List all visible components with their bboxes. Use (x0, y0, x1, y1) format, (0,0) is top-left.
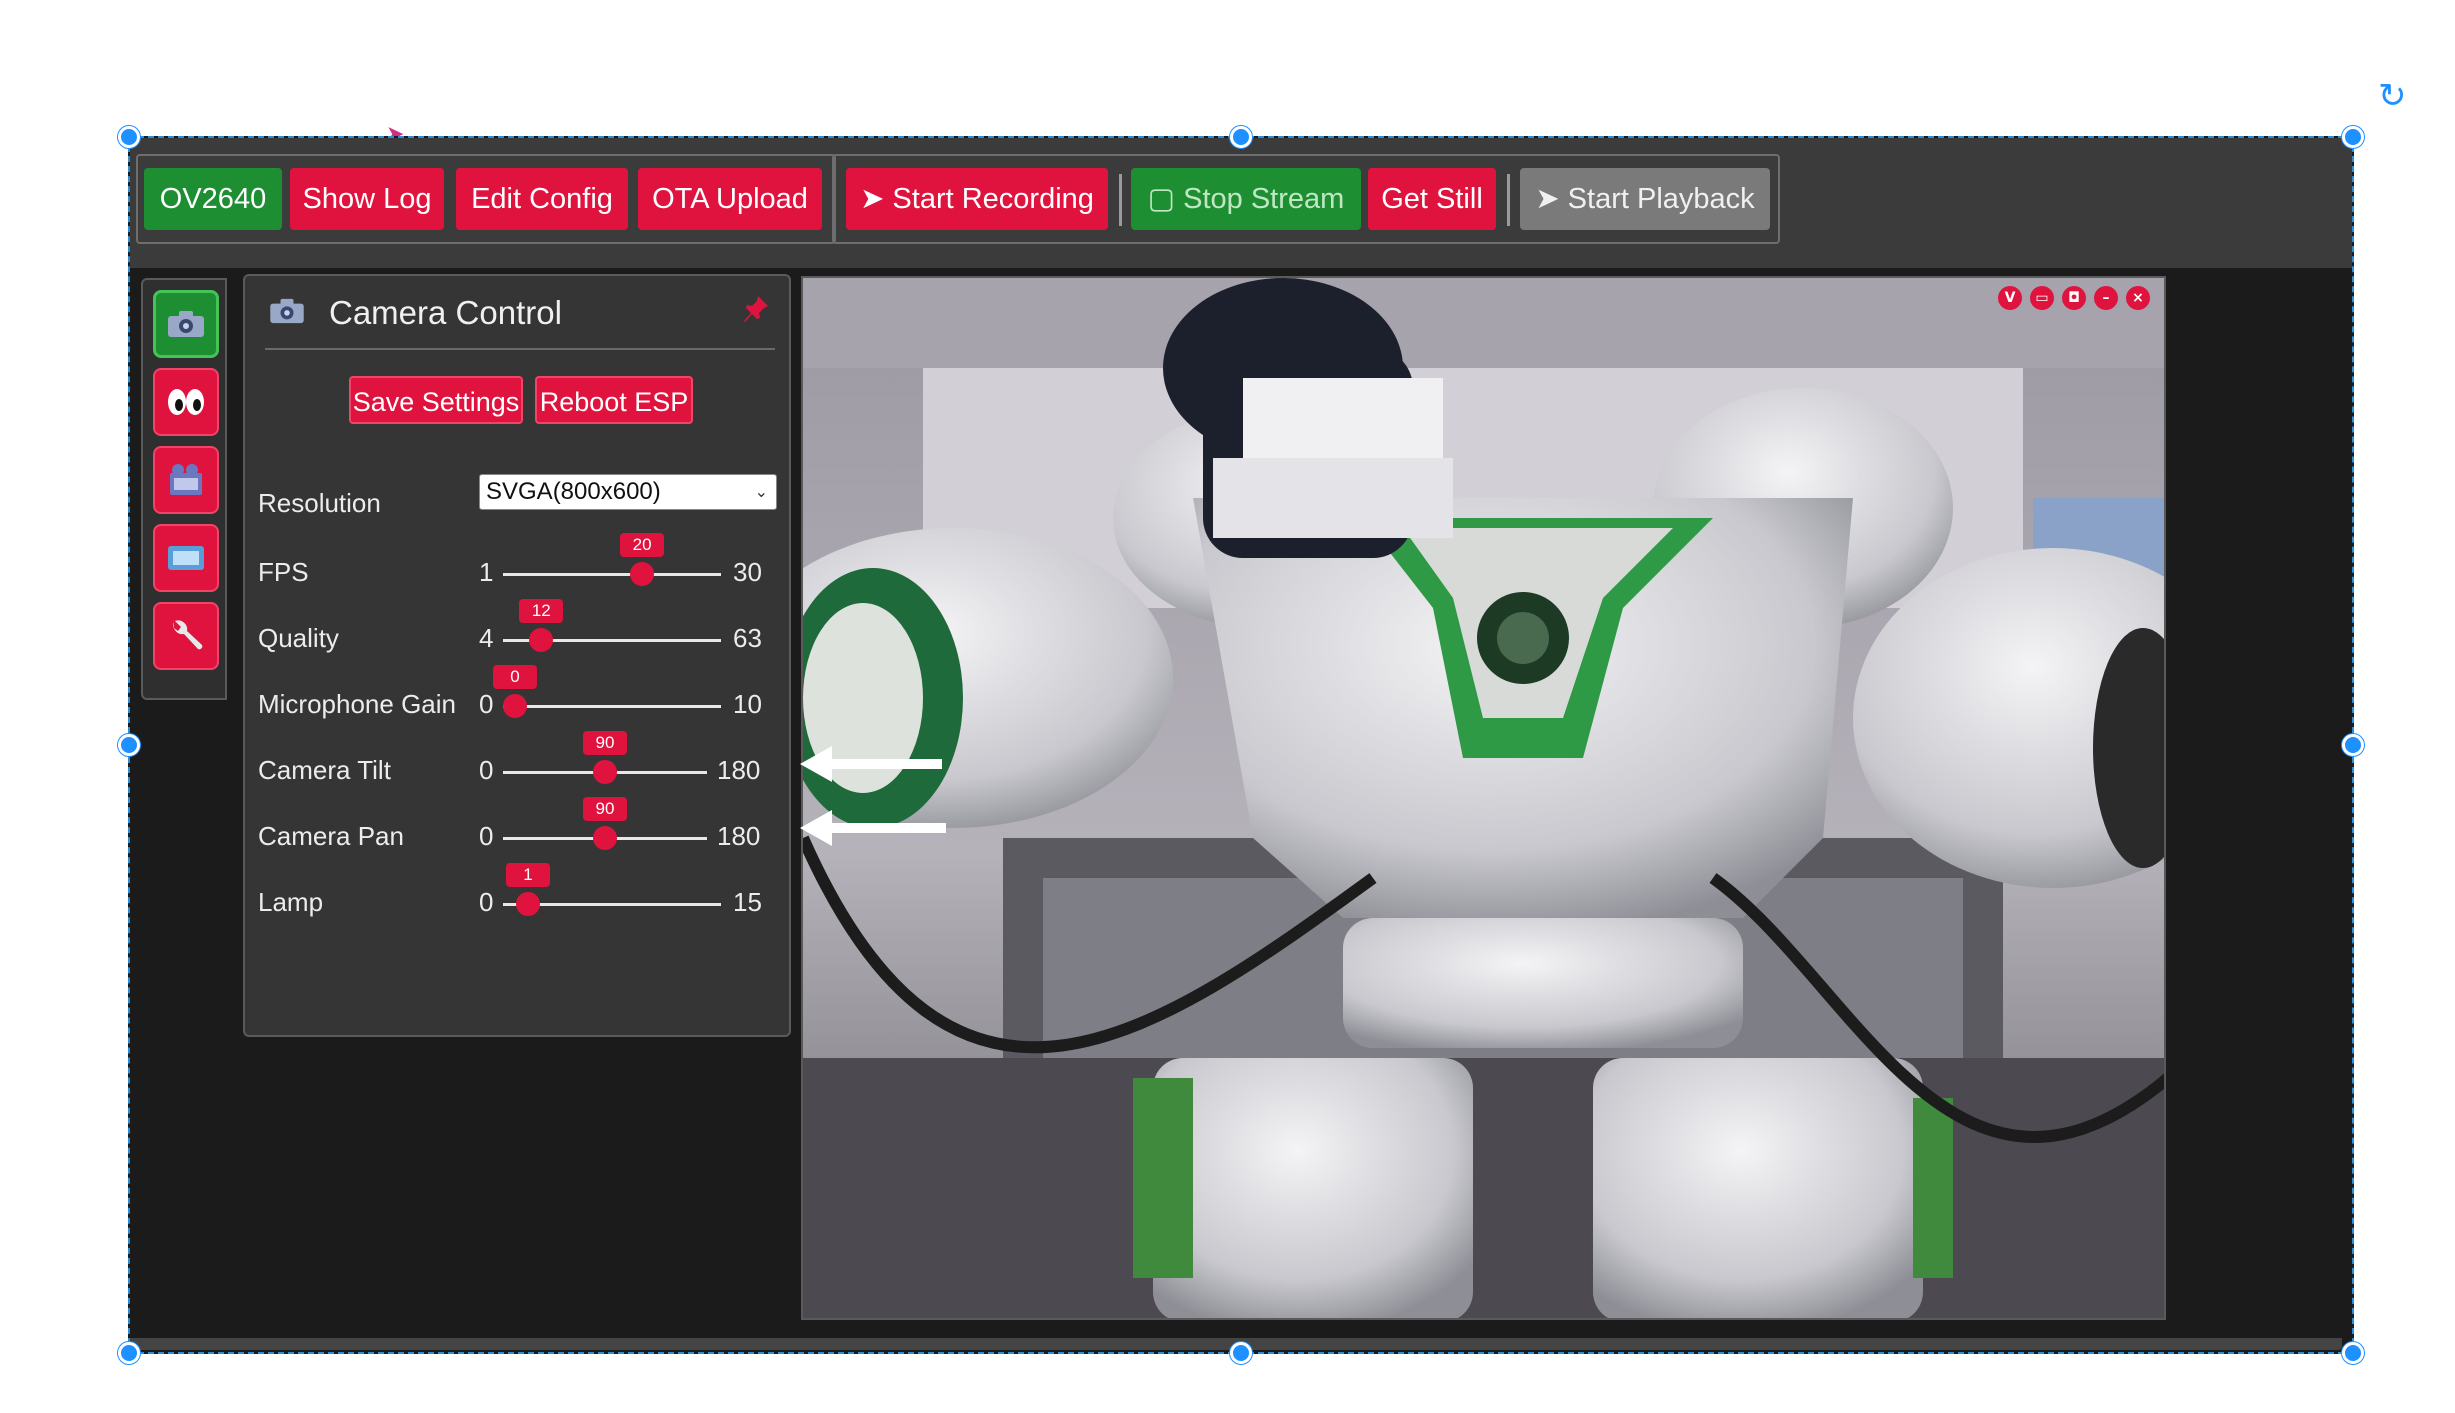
slider-value-badge: 20 (620, 533, 665, 557)
resize-handle[interactable] (118, 1342, 140, 1364)
video-tab-button[interactable] (153, 446, 219, 514)
resize-handle[interactable] (1230, 1342, 1252, 1364)
slider-max: 15 (733, 887, 762, 917)
side-icon-bar (141, 278, 227, 700)
slider-value-badge: 90 (583, 797, 627, 821)
annotation-arrow-icon (800, 810, 946, 846)
show-log-button[interactable]: Show Log (290, 168, 444, 230)
chevron-down-icon: ⌄ (754, 482, 768, 501)
eyes-tab-button[interactable] (153, 368, 219, 436)
slider-row: Microphone Gain 0 0 10 (245, 665, 791, 725)
resize-handle[interactable] (2342, 126, 2364, 148)
canvas: ➤ ↻ OV2640 Show Log Edit Config OTA Uplo… (0, 0, 2455, 1413)
slider-max: 63 (733, 623, 762, 653)
resolution-label: Resolution (258, 488, 381, 518)
slider-thumb[interactable] (515, 892, 540, 916)
video-control-button[interactable]: × (2126, 286, 2150, 310)
film-icon (170, 464, 202, 495)
annotation-arrow-icon (800, 746, 942, 782)
panel-title: Camera Control (329, 294, 562, 331)
wrench-icon (173, 620, 203, 650)
slider-label: FPS (258, 557, 309, 587)
video-frame-image (803, 278, 2164, 1318)
resolution-select[interactable]: SVGA(800x600) ⌄ (479, 474, 777, 510)
camera-model-button[interactable]: OV2640 (144, 168, 282, 230)
slider-label: Camera Tilt (258, 755, 391, 785)
resize-handle[interactable] (1230, 126, 1252, 148)
slider-thumb[interactable] (593, 826, 617, 850)
slider-min: 0 (479, 755, 494, 785)
camera-tab-button[interactable] (153, 290, 219, 358)
start-recording-button[interactable]: ➤ Start Recording (846, 168, 1108, 230)
stop-stream-button[interactable]: ▢ Stop Stream (1131, 168, 1361, 230)
slider-thumb[interactable] (593, 760, 617, 784)
slider-max: 180 (717, 755, 761, 785)
video-window-controls: V ▭ ◘ – × (1998, 286, 2150, 310)
slider-max: 180 (717, 821, 761, 851)
slider-min: 0 (479, 821, 494, 851)
slider-value-badge: 90 (583, 731, 627, 755)
eyes-icon (168, 389, 204, 415)
slider-row: Quality 4 12 63 (245, 599, 791, 659)
start-playback-button[interactable]: ➤ Start Playback (1520, 168, 1770, 230)
camera-control-panel: Camera Control Save Settings Reboot ESP … (243, 274, 791, 1037)
slider-thumb[interactable] (529, 628, 554, 652)
resize-handle[interactable] (2342, 1342, 2364, 1364)
get-still-button[interactable]: Get Still (1368, 168, 1496, 230)
tools-tab-button[interactable] (153, 602, 219, 670)
slider-row: Camera Pan 0 90 180 (245, 797, 791, 857)
rotate-icon[interactable]: ↻ (2378, 78, 2414, 114)
slider-label: Camera Pan (258, 821, 404, 851)
slider-max: 10 (733, 689, 762, 719)
video-control-button[interactable]: – (2094, 286, 2118, 310)
slider-track[interactable] (503, 573, 721, 576)
video-control-button[interactable]: V (1998, 286, 2022, 310)
edit-config-button[interactable]: Edit Config (456, 168, 628, 230)
slider-max: 30 (733, 557, 762, 587)
video-control-button[interactable]: ◘ (2062, 286, 2086, 310)
slider-value-badge: 1 (505, 863, 550, 887)
slider-label: Microphone Gain (258, 689, 456, 719)
pin-icon[interactable] (742, 294, 770, 324)
toolbar-divider (1507, 174, 1510, 226)
resize-handle[interactable] (2342, 734, 2364, 756)
camera-icon (168, 311, 204, 337)
video-stream[interactable]: V ▭ ◘ – × (801, 276, 2166, 1320)
toolbar-divider (1119, 174, 1122, 226)
slider-label: Lamp (258, 887, 324, 917)
resize-handle[interactable] (118, 734, 140, 756)
resolution-value: SVGA(800x600) (486, 478, 661, 505)
slider-min: 4 (479, 623, 494, 653)
slider-row: Lamp 0 1 15 (245, 863, 791, 923)
panel-divider (265, 348, 775, 350)
video-control-button[interactable]: ▭ (2030, 286, 2054, 310)
slider-min: 0 (479, 689, 494, 719)
slider-row: Camera Tilt 0 90 180 (245, 731, 791, 791)
slider-row: FPS 1 20 30 (245, 533, 791, 593)
slider-min: 1 (479, 557, 494, 587)
slider-value-badge: 12 (519, 599, 564, 623)
monitor-icon (168, 546, 204, 570)
camera-icon (270, 298, 304, 324)
slider-thumb[interactable] (630, 562, 655, 586)
slider-min: 0 (479, 887, 494, 917)
resize-handle[interactable] (118, 126, 140, 148)
ota-upload-button[interactable]: OTA Upload (638, 168, 822, 230)
slider-thumb[interactable] (503, 694, 527, 718)
slider-value-badge: 0 (493, 665, 537, 689)
reboot-esp-button[interactable]: Reboot ESP (535, 376, 693, 424)
slider-label: Quality (258, 623, 339, 653)
slider-track[interactable] (503, 705, 721, 708)
toolbar: OV2640 Show Log Edit Config OTA Upload ➤… (130, 138, 2352, 268)
display-tab-button[interactable] (153, 524, 219, 592)
save-settings-button[interactable]: Save Settings (349, 376, 523, 424)
